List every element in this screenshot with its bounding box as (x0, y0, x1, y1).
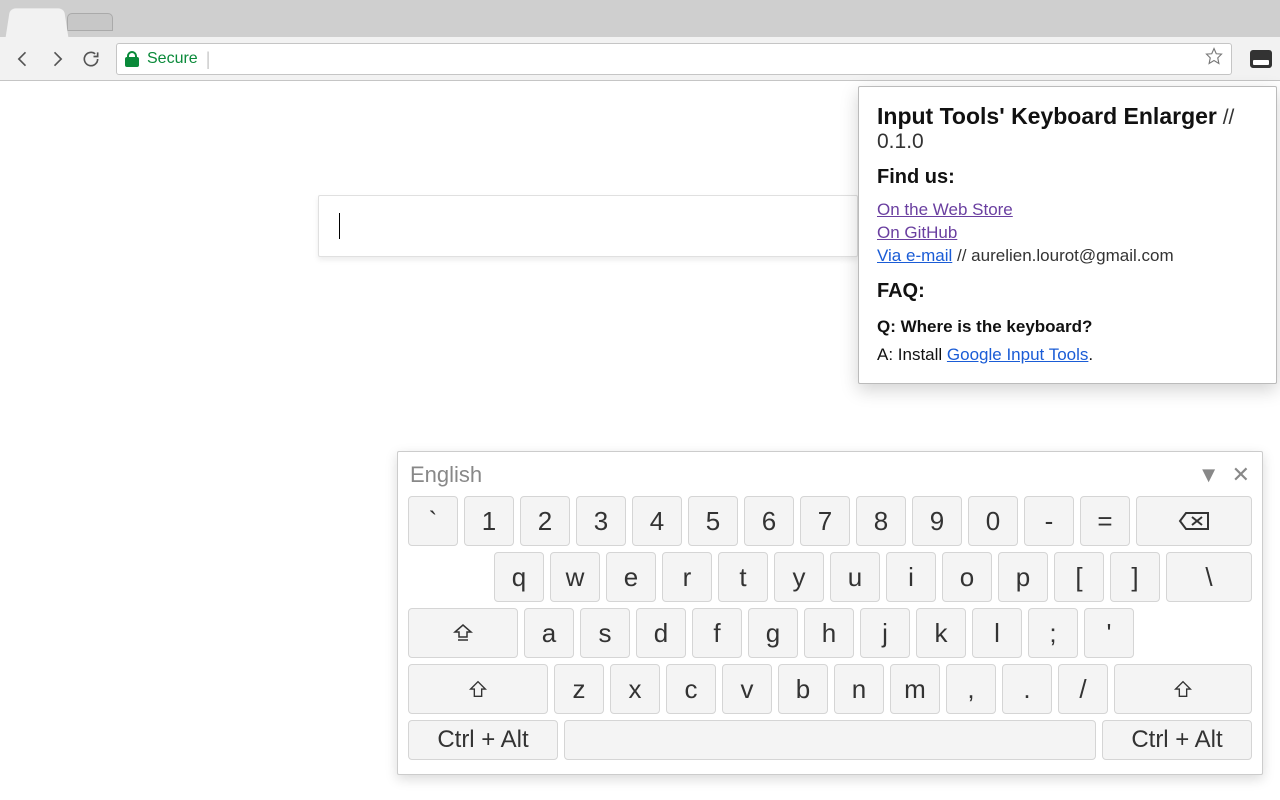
key-k[interactable]: k (916, 608, 966, 658)
key-=[interactable]: = (1080, 496, 1130, 546)
faq-answer: A: Install Google Input Tools. (877, 345, 1258, 365)
key-a[interactable]: a (524, 608, 574, 658)
keyboard-close-icon[interactable]: ✕ (1232, 462, 1250, 488)
key-j[interactable]: j (860, 608, 910, 658)
key-ctrl-alt-left[interactable]: Ctrl + Alt (408, 720, 558, 760)
link-github[interactable]: On GitHub (877, 223, 957, 242)
key-i[interactable]: i (886, 552, 936, 602)
key-g[interactable]: g (748, 608, 798, 658)
key-1[interactable]: 1 (464, 496, 514, 546)
key-x[interactable]: x (610, 664, 660, 714)
key-y[interactable]: y (774, 552, 824, 602)
omnibox-separator: | (206, 50, 211, 68)
key-m[interactable]: m (890, 664, 940, 714)
key-w[interactable]: w (550, 552, 600, 602)
popup-title: Input Tools' Keyboard Enlarger (877, 103, 1217, 129)
faq-question: Q: Where is the keyboard? (877, 317, 1258, 337)
key-backspace[interactable] (1136, 496, 1252, 546)
key-7[interactable]: 7 (800, 496, 850, 546)
key-z[interactable]: z (554, 664, 604, 714)
window-titlebar (0, 0, 1280, 37)
active-tab[interactable] (6, 8, 69, 38)
text-caret (339, 213, 340, 239)
bookmark-star-icon[interactable] (1205, 47, 1223, 70)
key-t[interactable]: t (718, 552, 768, 602)
faq-heading: FAQ: (877, 280, 1258, 303)
links-block: On the Web Store On GitHub Via e-mail //… (877, 199, 1258, 268)
key-][interactable]: ] (1110, 552, 1160, 602)
background-tab[interactable] (67, 13, 113, 31)
key-4[interactable]: 4 (632, 496, 682, 546)
key-.[interactable]: . (1002, 664, 1052, 714)
extension-icon[interactable] (1250, 50, 1272, 68)
key-n[interactable]: n (834, 664, 884, 714)
link-email[interactable]: Via e-mail (877, 246, 952, 265)
key-v[interactable]: v (722, 664, 772, 714)
key-space[interactable] (564, 720, 1096, 760)
key-shift-right[interactable] (1114, 664, 1252, 714)
key-u[interactable]: u (830, 552, 880, 602)
forward-button[interactable] (42, 44, 72, 74)
browser-toolbar: Secure | (0, 37, 1280, 81)
key--[interactable]: - (1024, 496, 1074, 546)
key-p[interactable]: p (998, 552, 1048, 602)
key-/[interactable]: / (1058, 664, 1108, 714)
key-l[interactable]: l (972, 608, 1022, 658)
keyboard-language-label[interactable]: English (410, 462, 482, 488)
key-o[interactable]: o (942, 552, 992, 602)
key-shift-left[interactable] (408, 664, 548, 714)
key-b[interactable]: b (778, 664, 828, 714)
key-c[interactable]: c (666, 664, 716, 714)
key-8[interactable]: 8 (856, 496, 906, 546)
key-ctrl-alt-right[interactable]: Ctrl + Alt (1102, 720, 1252, 760)
key-9[interactable]: 9 (912, 496, 962, 546)
link-webstore[interactable]: On the Web Store (877, 200, 1013, 219)
key-[[interactable]: [ (1054, 552, 1104, 602)
address-bar[interactable]: Secure | (116, 43, 1232, 75)
keyboard-dropdown-icon[interactable]: ▼ (1198, 462, 1220, 488)
key-3[interactable]: 3 (576, 496, 626, 546)
back-button[interactable] (8, 44, 38, 74)
key-;[interactable]: ; (1028, 608, 1078, 658)
key-5[interactable]: 5 (688, 496, 738, 546)
keyboard-gap (408, 552, 488, 602)
key-,[interactable]: , (946, 664, 996, 714)
email-address: // aurelien.lourot@gmail.com (952, 246, 1173, 265)
virtual-keyboard: English ▼ ✕ `1234567890-= qwertyuiop[]\ … (397, 451, 1263, 775)
key-e[interactable]: e (606, 552, 656, 602)
search-input[interactable] (318, 195, 858, 257)
key-'[interactable]: ' (1084, 608, 1134, 658)
keyboard-gap (1140, 608, 1234, 658)
key-0[interactable]: 0 (968, 496, 1018, 546)
reload-button[interactable] (76, 44, 106, 74)
extension-popup: Input Tools' Keyboard Enlarger // 0.1.0 … (858, 86, 1277, 384)
key-q[interactable]: q (494, 552, 544, 602)
findus-heading: Find us: (877, 166, 1258, 189)
lock-icon (125, 51, 139, 67)
key-f[interactable]: f (692, 608, 742, 658)
key-capslock[interactable] (408, 608, 518, 658)
key-backslash[interactable]: \ (1166, 552, 1252, 602)
key-r[interactable]: r (662, 552, 712, 602)
link-google-input-tools[interactable]: Google Input Tools (947, 345, 1088, 364)
key-d[interactable]: d (636, 608, 686, 658)
key-6[interactable]: 6 (744, 496, 794, 546)
key-2[interactable]: 2 (520, 496, 570, 546)
key-h[interactable]: h (804, 608, 854, 658)
secure-label: Secure (147, 50, 198, 68)
key-`[interactable]: ` (408, 496, 458, 546)
key-s[interactable]: s (580, 608, 630, 658)
